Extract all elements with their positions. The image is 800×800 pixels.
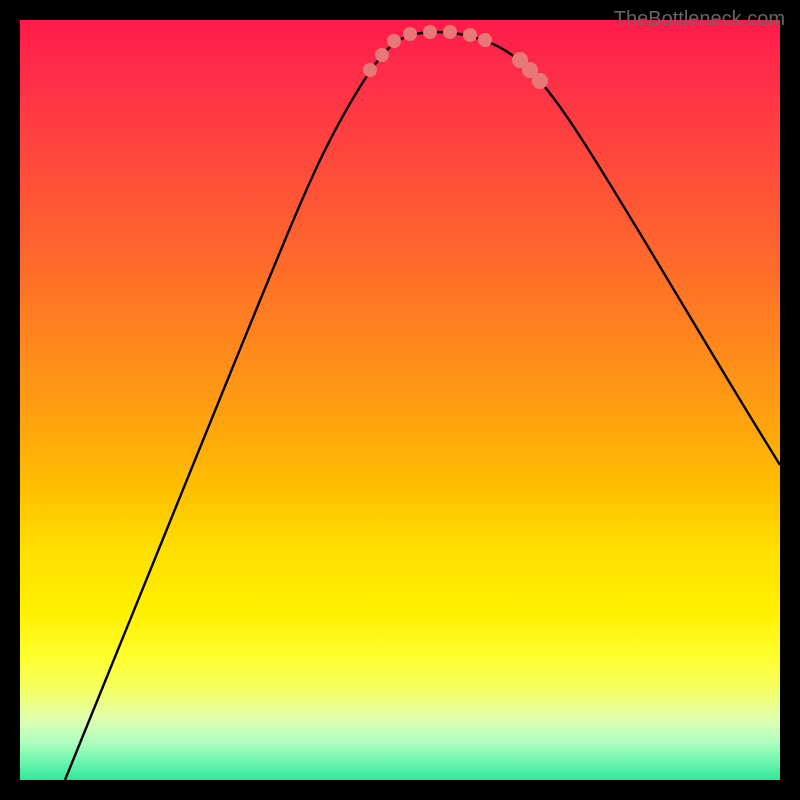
marker-dots [363, 25, 548, 89]
chart-frame: TheBottleneck.com [0, 0, 800, 800]
marker-dot [443, 25, 457, 39]
marker-dot [478, 33, 492, 47]
curve-svg [20, 20, 780, 780]
marker-dot [403, 27, 417, 41]
marker-dot [363, 63, 377, 77]
marker-dot [532, 73, 548, 89]
marker-dot [423, 25, 437, 39]
marker-dot [387, 34, 401, 48]
bottleneck-curve [65, 32, 780, 780]
marker-dot [375, 48, 389, 62]
marker-dot [463, 28, 477, 42]
plot-area [20, 20, 780, 780]
watermark: TheBottleneck.com [614, 8, 785, 31]
